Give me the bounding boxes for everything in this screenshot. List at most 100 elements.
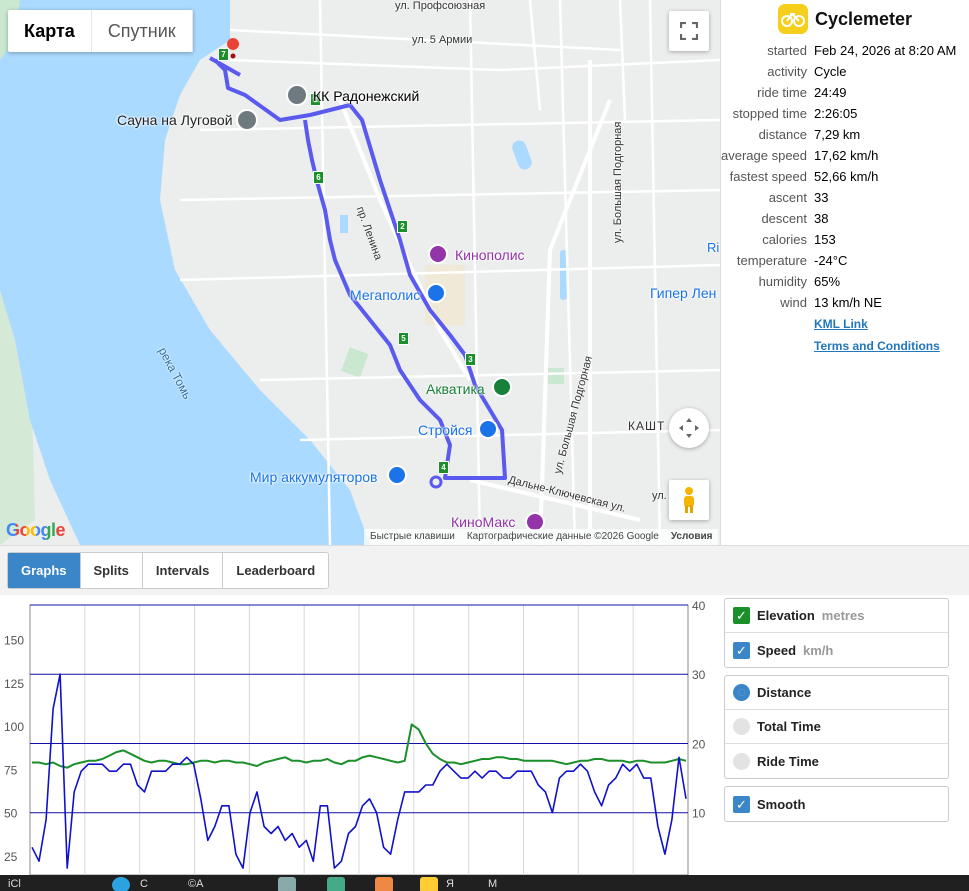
- street-label: ул. 5 Армии: [412, 34, 473, 46]
- elevation-toggle[interactable]: ✓ Elevation metres: [725, 599, 948, 633]
- google-logo: Google: [6, 520, 66, 540]
- stat-key: distance: [758, 127, 807, 142]
- radio-icon[interactable]: [733, 718, 750, 735]
- pan-control[interactable]: [669, 408, 709, 448]
- map-terms-link[interactable]: Условия: [671, 531, 713, 543]
- poi-label[interactable]: Мир аккумуляторов: [250, 469, 377, 485]
- checkbox-checked-icon[interactable]: ✓: [733, 641, 750, 659]
- taskbar-item[interactable]: M: [488, 878, 497, 890]
- speed-toggle[interactable]: ✓ Speed km/h: [725, 633, 948, 667]
- elevation-speed-chart: 25 50 75 100 125 150 10 20 30 40: [4, 599, 706, 875]
- tab-intervals[interactable]: Intervals: [143, 553, 224, 588]
- stat-key: calories: [762, 232, 807, 247]
- stat-value: 52,66 km/h: [814, 169, 879, 184]
- tab-splits[interactable]: Splits: [81, 553, 143, 588]
- view-tabs: Graphs Splits Intervals Leaderboard: [7, 552, 330, 589]
- poi-label[interactable]: Кинополис: [455, 247, 525, 263]
- option-label: Total Time: [757, 719, 821, 734]
- shopping-bag-icon[interactable]: [478, 419, 498, 439]
- radio-selected-icon[interactable]: [733, 684, 750, 701]
- poi-label[interactable]: Мегаполис: [350, 287, 420, 303]
- map-footer: Быстрые клавиши Картографические данные …: [364, 529, 719, 545]
- stat-key: descent: [761, 211, 807, 226]
- x-mode-total-time[interactable]: Total Time: [725, 710, 948, 744]
- poi-label[interactable]: Ri: [707, 240, 719, 255]
- stat-value: 38: [814, 211, 829, 226]
- calculator-icon[interactable]: [327, 877, 345, 891]
- poi-pin-icon[interactable]: [492, 377, 512, 397]
- taskbar-item[interactable]: iCl: [8, 878, 21, 890]
- tab-graphs[interactable]: Graphs: [8, 553, 81, 588]
- kml-link[interactable]: KML Link: [814, 317, 868, 331]
- radio-icon[interactable]: [733, 752, 750, 770]
- poi-label[interactable]: Сауна на Луговой: [117, 112, 233, 128]
- x-mode-ride-time[interactable]: Ride Time: [725, 744, 948, 778]
- stat-value: 65%: [814, 274, 841, 289]
- taskbar-item[interactable]: С: [140, 878, 148, 890]
- link-row: KML Link: [721, 313, 969, 335]
- move-arrows-icon: [679, 418, 699, 438]
- stat-row: started Feb 24, 2026 at 8:20 AM: [721, 40, 969, 61]
- right-axis-tick-label: 10: [692, 807, 706, 821]
- stat-row: distance 7,29 km: [721, 124, 969, 145]
- poi-label[interactable]: Акватика: [426, 381, 485, 397]
- app-icon[interactable]: [420, 877, 438, 891]
- street-label: ул. Большая Подгорная: [612, 121, 624, 243]
- stat-row: ride time 24:49: [721, 82, 969, 103]
- map-type-map-button[interactable]: Карта: [8, 10, 92, 52]
- route-marker: 4: [438, 461, 449, 474]
- map-type-control: Карта Спутник: [8, 10, 193, 52]
- firefox-icon[interactable]: [375, 877, 393, 891]
- left-axis-tick-label: 100: [4, 720, 24, 734]
- cinema-icon[interactable]: [428, 244, 448, 264]
- map-canvas: [0, 0, 720, 545]
- street-view-button[interactable]: [669, 480, 709, 520]
- app-icon[interactable]: [278, 877, 296, 891]
- telegram-icon[interactable]: [112, 877, 130, 891]
- left-axis-tick-label: 75: [4, 763, 18, 777]
- taskbar-item[interactable]: Я: [446, 878, 454, 890]
- cyclemeter-logo-icon: [778, 4, 808, 34]
- terms-link[interactable]: Terms and Conditions: [814, 339, 940, 353]
- pegman-icon: [684, 487, 694, 513]
- fullscreen-button[interactable]: [669, 11, 709, 51]
- river-tom: [0, 0, 370, 545]
- poi-label[interactable]: КиноМакс: [451, 514, 515, 530]
- right-axis-tick-label: 40: [692, 599, 706, 613]
- smooth-toggle[interactable]: ✓ Smooth: [725, 787, 948, 821]
- map-type-satellite-button[interactable]: Спутник: [92, 10, 193, 52]
- poi-label[interactable]: Гипер Лен: [650, 285, 716, 301]
- shopping-bag-icon[interactable]: [426, 283, 446, 303]
- poi-label[interactable]: Стройся: [418, 422, 473, 438]
- stat-value: 33: [814, 190, 829, 205]
- poi-pin-icon[interactable]: [286, 84, 308, 106]
- poi-pin-icon[interactable]: [236, 109, 258, 131]
- x-mode-distance[interactable]: Distance: [725, 676, 948, 710]
- left-axis-tick-label: 125: [4, 677, 24, 691]
- checkbox-checked-icon[interactable]: ✓: [733, 607, 750, 624]
- right-axis-tick-label: 20: [692, 737, 706, 751]
- stat-key: activity: [767, 64, 807, 79]
- street-label: ул. Профсоюзная: [395, 0, 486, 12]
- stat-value: Feb 24, 2026 at 8:20 AM: [814, 43, 957, 58]
- x-axis-modes: Distance Total Time Ride Time: [724, 675, 949, 779]
- map-view[interactable]: 7 1 2 3 4 5 6 КК Радонежский Сауна на Лу…: [0, 0, 720, 545]
- stat-key: average speed: [721, 148, 808, 163]
- stat-row: stopped time 2:26:05: [721, 103, 969, 124]
- option-label: Ride Time: [757, 753, 819, 769]
- tab-leaderboard[interactable]: Leaderboard: [223, 553, 328, 588]
- keyboard-shortcuts-link[interactable]: Быстрые клавиши: [370, 531, 455, 543]
- stat-row: activity Cycle: [721, 61, 969, 82]
- right-axis-tick-label: 30: [692, 668, 706, 682]
- option-label: Distance: [757, 685, 812, 700]
- stat-key: ascent: [768, 190, 807, 205]
- checkbox-checked-icon[interactable]: ✓: [733, 795, 750, 813]
- left-axis-tick-label: 150: [4, 634, 24, 648]
- activity-sidebar: Cyclemeter started Feb 24, 2026 at 8:20 A…: [720, 0, 969, 545]
- poi-label[interactable]: КК Радонежский: [313, 88, 419, 104]
- left-axis-tick-label: 25: [4, 850, 18, 864]
- taskbar-item[interactable]: ©A: [188, 878, 203, 890]
- shopping-bag-icon[interactable]: [387, 465, 407, 485]
- stat-row: temperature -24°C: [721, 250, 969, 271]
- stat-row: humidity 65%: [721, 271, 969, 292]
